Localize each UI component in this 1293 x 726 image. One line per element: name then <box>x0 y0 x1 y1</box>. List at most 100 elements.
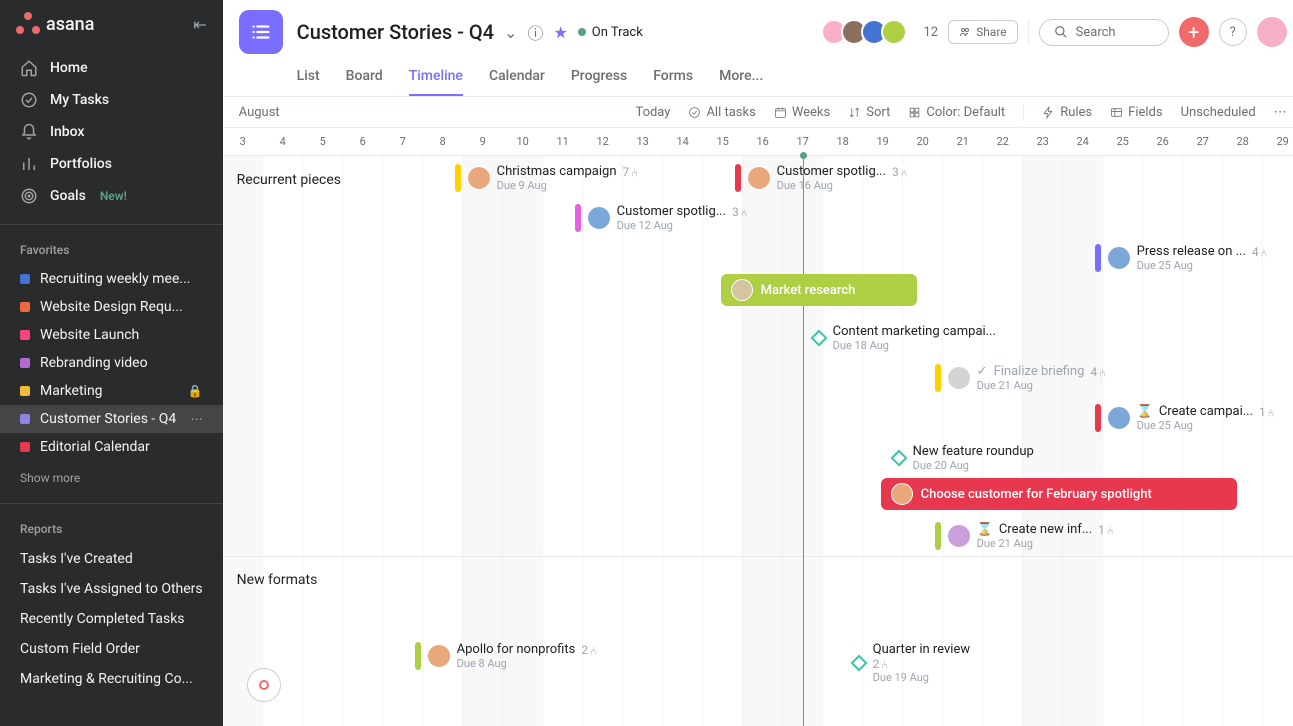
assignee-avatar <box>467 166 491 190</box>
report-link[interactable]: Custom Field Order <box>0 634 223 664</box>
tab-more[interactable]: More... <box>719 58 763 96</box>
grid-column <box>503 156 543 726</box>
timeline-task[interactable]: Content marketing campai... Due 18 Aug <box>813 324 996 352</box>
date-cell: 11 <box>543 128 583 155</box>
nav-my-tasks[interactable]: My Tasks <box>0 84 223 116</box>
timeline-view[interactable]: 3456789101112131415161718192021222324252… <box>223 128 1293 726</box>
member-avatars[interactable] <box>827 19 907 45</box>
date-cell: 26 <box>1143 128 1183 155</box>
main-area: Customer Stories - Q4 ⌄ ⓘ ★ On Track 12 <box>223 0 1293 726</box>
create-button[interactable]: + <box>1179 17 1209 47</box>
tab-list[interactable]: List <box>297 58 320 96</box>
info-icon[interactable]: ⓘ <box>527 20 543 44</box>
date-cell: 5 <box>303 128 343 155</box>
more-options-icon[interactable]: ⋯ <box>1274 105 1287 120</box>
title-chevron-icon[interactable]: ⌄ <box>504 23 517 42</box>
favorite-project[interactable]: Marketing 🔒 <box>0 377 223 405</box>
tab-timeline[interactable]: Timeline <box>409 58 463 96</box>
grid-column <box>1103 156 1143 726</box>
help-button[interactable]: ? <box>1219 18 1247 46</box>
timeline-task[interactable]: Quarter in review 2 Due 19 Aug <box>853 642 970 684</box>
avatar <box>881 19 907 45</box>
nav-home[interactable]: Home <box>0 52 223 84</box>
color-icon <box>908 106 921 119</box>
timeline-task[interactable]: Market research <box>721 274 917 306</box>
project-icon[interactable] <box>239 10 283 54</box>
search-input[interactable]: Search <box>1039 19 1169 46</box>
color-dot-icon <box>20 386 30 396</box>
assignee-avatar <box>587 206 611 230</box>
tab-forms[interactable]: Forms <box>653 58 693 96</box>
grid-column <box>743 156 783 726</box>
current-user-avatar[interactable] <box>1257 17 1287 47</box>
status-dot-icon <box>578 28 586 36</box>
favorite-project[interactable]: Rebranding video <box>0 349 223 377</box>
task-due-date: Due 25 Aug <box>1137 259 1268 272</box>
color-button[interactable]: Color: Default <box>908 105 1005 120</box>
fields-button[interactable]: Fields <box>1110 105 1162 120</box>
favorites-show-more[interactable]: Show more <box>0 461 223 495</box>
zoom-weeks[interactable]: Weeks <box>774 105 830 120</box>
share-button[interactable]: Share <box>948 20 1018 44</box>
today-button[interactable]: Today <box>635 105 670 120</box>
milestone-due-date: Due 19 Aug <box>873 671 970 684</box>
task-title: Choose customer for February spotlight <box>921 487 1152 502</box>
task-title: Customer spotlig... 3 <box>777 164 908 179</box>
report-link[interactable]: Recently Completed Tasks <box>0 604 223 634</box>
filter-tasks[interactable]: All tasks <box>688 105 755 120</box>
record-button[interactable] <box>247 668 281 702</box>
favorite-project[interactable]: Website Launch <box>0 321 223 349</box>
nav-inbox[interactable]: Inbox <box>0 116 223 148</box>
timeline-task[interactable]: Press release on ... 4 Due 25 Aug <box>1095 244 1275 272</box>
timeline-task[interactable]: Christmas campaign 7 Due 9 Aug <box>455 164 655 192</box>
tab-progress[interactable]: Progress <box>571 58 627 96</box>
date-cell: 7 <box>383 128 423 155</box>
timeline-task[interactable]: ⌛ Create campai... 1 Due 25 Aug <box>1095 404 1275 432</box>
favorite-project[interactable]: Recruiting weekly mee... <box>0 265 223 293</box>
timeline-task[interactable]: Customer spotlig... 3 Due 16 Aug <box>735 164 935 192</box>
target-icon <box>20 187 38 205</box>
date-cell: 4 <box>263 128 303 155</box>
timeline-task[interactable]: Customer spotlig... 3 Due 12 Aug <box>575 204 775 232</box>
tab-board[interactable]: Board <box>346 58 383 96</box>
report-link[interactable]: Marketing & Recruiting Co... <box>0 664 223 694</box>
asana-logo[interactable]: asana <box>16 12 94 36</box>
unscheduled-button[interactable]: Unscheduled <box>1181 105 1256 120</box>
grid-column <box>1023 156 1063 726</box>
grid-column <box>383 156 423 726</box>
tab-calendar[interactable]: Calendar <box>489 58 545 96</box>
date-cell: 21 <box>943 128 983 155</box>
star-icon[interactable]: ★ <box>553 23 567 42</box>
timeline-task[interactable]: ✓ Finalize briefing 4 Due 21 Aug <box>935 364 1135 392</box>
timeline-task[interactable]: Choose customer for February spotlight <box>881 478 1237 510</box>
grid-column <box>1143 156 1183 726</box>
favorite-project[interactable]: Editorial Calendar <box>0 433 223 461</box>
date-cell: 8 <box>423 128 463 155</box>
timeline-task[interactable]: New feature roundup Due 20 Aug <box>893 444 1034 472</box>
rules-button[interactable]: Rules <box>1042 105 1092 120</box>
timeline-task[interactable]: ⌛ Create new inf... 1 Due 21 Aug <box>935 522 1115 550</box>
grid-column <box>823 156 863 726</box>
grid-column <box>1263 156 1293 726</box>
more-icon[interactable]: ⋯ <box>191 412 203 426</box>
app-name: asana <box>46 14 94 35</box>
favorite-label: Rebranding video <box>40 355 203 371</box>
collapse-sidebar-icon[interactable]: ⇤ <box>193 15 206 34</box>
assignee-avatar <box>747 166 771 190</box>
favorite-project[interactable]: Website Design Requ... <box>0 293 223 321</box>
task-title: ⌛ Create new inf... 1 <box>977 522 1114 537</box>
subtask-icon <box>741 205 748 219</box>
nav-portfolios[interactable]: Portfolios <box>0 148 223 180</box>
nav-goals[interactable]: Goals New! <box>0 180 223 212</box>
report-link[interactable]: Tasks I've Created <box>0 544 223 574</box>
report-link[interactable]: Tasks I've Assigned to Others <box>0 574 223 604</box>
assignee-avatar <box>731 279 753 301</box>
timeline-task[interactable]: Apollo for nonprofits 2 Due 8 Aug <box>415 642 635 670</box>
project-status[interactable]: On Track <box>578 25 643 40</box>
subtask-icon <box>1261 245 1268 259</box>
subtask-count: 3 <box>732 205 747 219</box>
sort-button[interactable]: Sort <box>848 105 890 120</box>
subtask-icon <box>881 657 888 671</box>
favorite-project[interactable]: Customer Stories - Q4 ⋯ <box>0 405 223 433</box>
grid-column <box>343 156 383 726</box>
